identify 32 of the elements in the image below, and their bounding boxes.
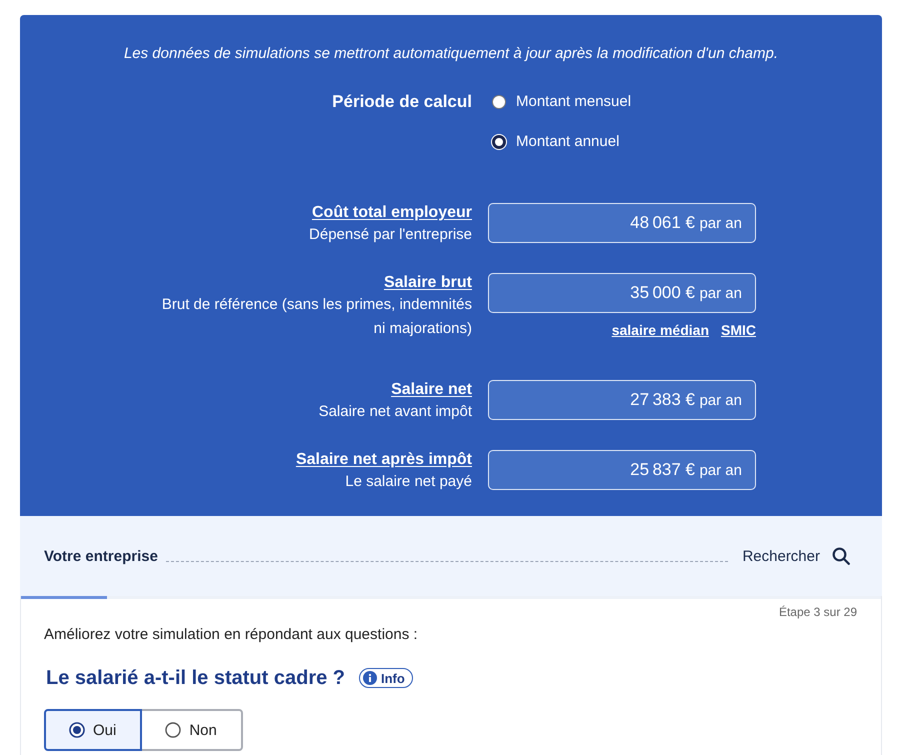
amount-field[interactable]: 25 837 € par an — [488, 450, 756, 490]
radio-label[interactable]: Montant annuel — [516, 132, 620, 152]
info-icon — [363, 671, 377, 685]
answer-option[interactable]: Oui — [44, 709, 142, 751]
info-button[interactable]: Info — [359, 668, 413, 688]
field-title[interactable]: Salaire net après impôt — [296, 450, 472, 470]
radio-label[interactable]: Montant mensuel — [516, 92, 632, 112]
amount-field[interactable]: 48 061 € par an — [488, 203, 756, 243]
search-icon — [832, 547, 850, 565]
amount-field[interactable]: 27 383 € par an — [488, 380, 756, 420]
radio-icon — [165, 722, 182, 738]
field-description: Salaire net avant impôt — [318, 402, 472, 422]
preset-link[interactable]: SMIC — [721, 320, 756, 340]
field-description: Le salaire net payé — [344, 472, 472, 492]
company-label: Votre entreprise — [44, 548, 158, 564]
preset-link[interactable]: salaire médian — [612, 320, 709, 340]
search-button[interactable]: Rechercher — [742, 547, 850, 565]
intro-text: Améliorez votre simulation en répondant aux questions : — [44, 625, 419, 645]
notice-text: Les données de simulations se mettront automatiquement à jour après la modification d'un champ. — [122, 44, 780, 64]
field-description: Dépensé par l'entreprise — [309, 225, 472, 245]
field-title[interactable]: Coût total employeur — [309, 203, 472, 223]
step-counter: Étape 3 sur 29 — [778, 604, 857, 620]
radio-icon — [69, 722, 85, 738]
amount-field[interactable]: 35 000 € par an — [488, 273, 756, 313]
radio-icon[interactable] — [492, 95, 506, 109]
answer-option[interactable]: Non — [140, 709, 243, 751]
question-title: Le salarié a-t-il le statut cadre ? — [45, 666, 345, 691]
field-title[interactable]: Salaire brut — [152, 273, 472, 293]
field-description: Brut de référence (sans les primes, indemnités ni majorations) — [160, 295, 472, 339]
field-title[interactable]: Salaire net — [318, 380, 472, 400]
radio-icon[interactable] — [492, 135, 506, 149]
period-label: Période de calcul — [332, 92, 472, 112]
